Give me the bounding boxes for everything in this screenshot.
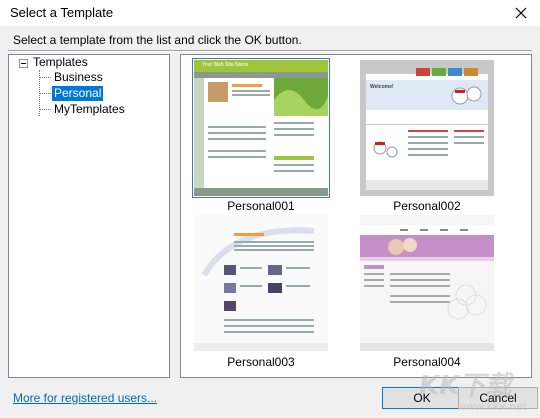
collapse-icon[interactable] <box>19 59 28 68</box>
close-icon[interactable] <box>510 2 532 24</box>
tree-connector <box>39 93 51 94</box>
tree-connector <box>39 109 51 110</box>
thumbnail-personal001[interactable]: Your Web Site Name <box>192 58 330 198</box>
caption-personal003: Personal003 <box>227 355 295 369</box>
thumbnail-personal004[interactable] <box>360 215 494 351</box>
title-bar: Select a Template <box>0 0 540 26</box>
template-gallery[interactable]: Your Web Site Name Personal001 Welcome! … <box>180 54 532 378</box>
thumbnail-header-text: Welcome! <box>370 84 394 90</box>
template-tree[interactable]: Templates Business Personal MyTemplates <box>8 54 170 378</box>
caption-personal002: Personal002 <box>393 199 461 213</box>
registered-users-link[interactable]: More for registered users... <box>13 391 157 405</box>
window-title: Select a Template <box>10 5 114 20</box>
thumbnail-header-text: Your Web Site Name <box>202 62 249 68</box>
tree-item-business[interactable]: Business <box>54 70 103 85</box>
tree-connector <box>39 77 51 78</box>
thumbnail-personal002[interactable]: Welcome! <box>360 60 494 196</box>
tree-item-mytemplates[interactable]: MyTemplates <box>54 102 125 117</box>
svg-text:www.kkx.net: www.kkx.net <box>457 400 528 413</box>
tree-root-templates[interactable]: Templates <box>33 55 88 70</box>
tree-item-personal[interactable]: Personal <box>52 86 104 101</box>
watermark-logo: KK下载 www.kkx.net <box>405 360 540 415</box>
instruction-text: Select a template from the list and clic… <box>13 33 302 47</box>
svg-text:KK下载: KK下载 <box>419 371 515 401</box>
caption-personal001: Personal001 <box>227 199 295 213</box>
thumbnail-personal003[interactable] <box>194 215 328 351</box>
divider <box>8 50 532 52</box>
